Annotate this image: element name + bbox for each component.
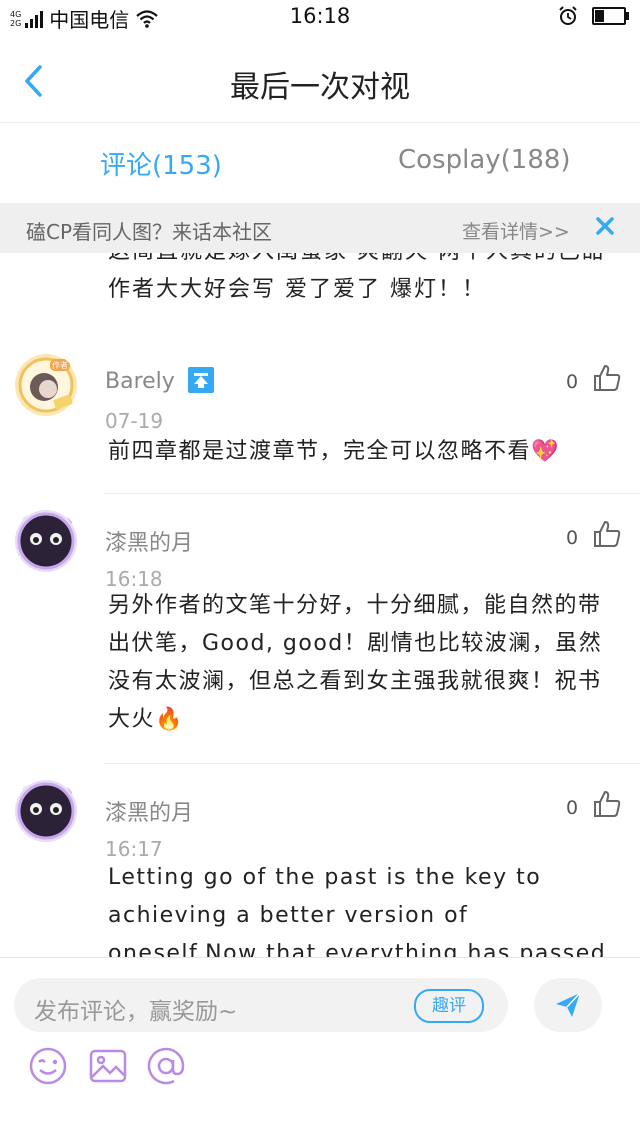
tab-comments[interactable]: 评论(153) <box>100 145 222 182</box>
comment-text: 另外作者的文笔十分好，十分细腻，能自然的带出伏笔，Good, good！剧情也比… <box>108 593 603 732</box>
divider <box>104 763 640 764</box>
page-title: 最后一次对视 <box>230 70 410 105</box>
like-count: 0 <box>566 527 579 549</box>
like-count: 0 <box>566 797 579 819</box>
promo-banner: 磕CP看同人图？来话本社区 查看详情>> <box>0 203 640 253</box>
comment-time: 07-19 <box>105 409 164 433</box>
banner-detail-link[interactable]: 查看详情>> <box>462 217 570 244</box>
send-button[interactable] <box>534 978 602 1032</box>
username[interactable]: 漆黑的月 <box>105 795 193 827</box>
tab-bar: 评论(153) Cosplay(188) <box>0 122 640 203</box>
nav-bar: 最后一次对视 <box>0 34 640 120</box>
comment-text: 这简直就是嫁入闺蜜家 爽翻天 两个人真的巴甜 作者大大好会写 爱了爱了 爆灯！！ <box>108 253 604 302</box>
username[interactable]: Barely <box>105 369 175 394</box>
comment-text: Letting go of the past is the key to ach… <box>108 865 615 957</box>
divider <box>104 493 640 494</box>
tab-cosplay[interactable]: Cosplay(188) <box>398 145 571 175</box>
svg-text:作者: 作者 <box>52 360 68 370</box>
comment-composer: 发布评论，赢奖励~ 趣评 <box>0 957 640 1139</box>
thumbs-up-icon[interactable] <box>592 519 622 549</box>
avatar[interactable] <box>14 779 78 843</box>
image-icon[interactable] <box>88 1046 128 1086</box>
alarm-icon <box>559 6 577 25</box>
username[interactable]: 漆黑的月 <box>105 525 193 557</box>
clock: 16:18 <box>289 4 351 28</box>
mention-icon[interactable] <box>146 1046 186 1086</box>
like-count: 0 <box>566 371 579 393</box>
comment-feed[interactable]: 这简直就是嫁入闺蜜家 爽翻天 两个人真的巴甜 作者大大好会写 爱了爱了 爆灯！！… <box>0 253 640 957</box>
banner-text: 磕CP看同人图？来话本社区 <box>26 220 273 244</box>
avatar[interactable] <box>14 509 78 573</box>
status-bar: 4G 2G 中国电信 16:18 <box>0 0 640 34</box>
thumbs-up-icon[interactable] <box>592 789 622 819</box>
avatar[interactable]: 作者 <box>14 353 78 417</box>
comment-input[interactable]: 发布评论，赢奖励~ 趣评 <box>14 978 508 1032</box>
comment-text: 前四章都是过渡章节，完全可以忽略不看💖 <box>108 439 560 464</box>
comment-time: 16:17 <box>105 837 163 861</box>
battery-icon <box>592 7 629 25</box>
fun-comment-button[interactable]: 趣评 <box>414 989 484 1023</box>
send-icon <box>556 992 581 1017</box>
emoji-icon[interactable] <box>28 1046 68 1086</box>
close-icon[interactable] <box>594 215 616 237</box>
input-placeholder: 发布评论，赢奖励~ <box>34 999 238 1025</box>
vip-badge-icon <box>188 367 214 393</box>
thumbs-up-icon[interactable] <box>592 363 622 393</box>
